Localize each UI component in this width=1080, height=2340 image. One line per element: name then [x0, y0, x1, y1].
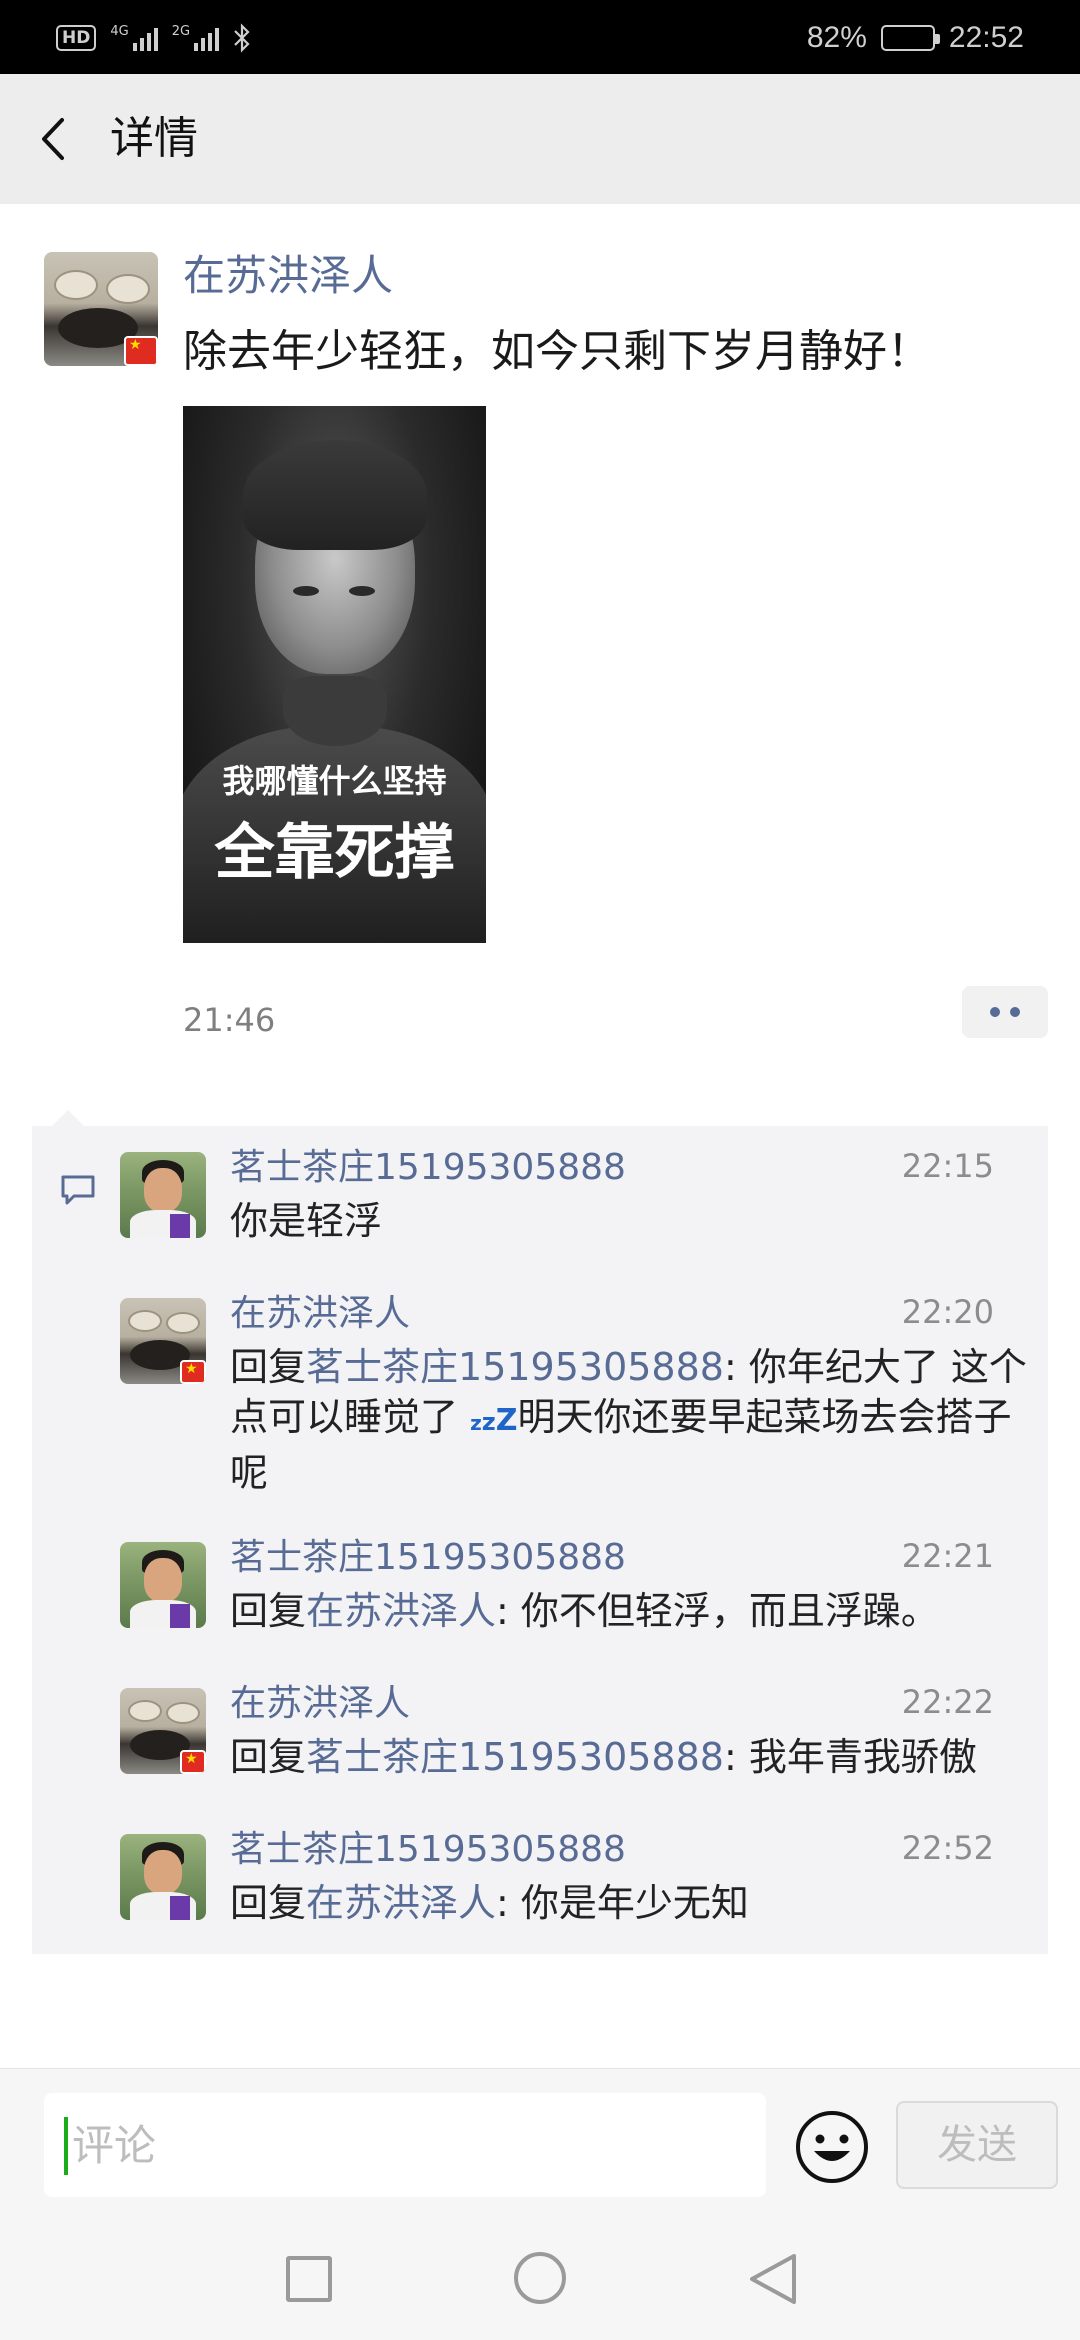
comment-text[interactable]: 回复茗士茶庄15195305888: 我年青我骄傲 — [230, 1732, 1030, 1782]
commenter-name-link[interactable]: 茗士茶庄15195305888 — [230, 1826, 626, 1874]
comment-text[interactable]: 你是轻浮 — [230, 1196, 1030, 1246]
comment-item: 在苏洪泽人 22:22 回复茗士茶庄15195305888: 我年青我骄傲 — [32, 1662, 1048, 1808]
send-button[interactable]: 发送 — [896, 2101, 1058, 2189]
comment-time: 22:21 — [901, 1537, 994, 1575]
comment-text[interactable]: 回复在苏洪泽人: 你是年少无知 — [230, 1878, 1030, 1928]
text-caret — [64, 2117, 68, 2175]
sleep-emoji-icon: zzZ — [470, 1403, 518, 1438]
comment-time: 22:15 — [901, 1147, 994, 1185]
comment-text-part: : 我年青我骄傲 — [723, 1735, 977, 1779]
comment-text-part: : 你不但轻浮，而且浮躁。 — [496, 1589, 939, 1633]
china-flag-icon — [180, 1360, 206, 1384]
bluetooth-icon — [234, 23, 250, 53]
smiley-face-icon[interactable] — [794, 2109, 870, 2185]
comment-input-bar: 评论 发送 — [0, 2068, 1080, 2208]
status-left: HD 4G 2G — [56, 18, 251, 58]
clock: 22:52 — [948, 21, 1024, 54]
comment-text[interactable]: 回复茗士茶庄15195305888: 你年纪大了 这个点可以睡觉了 zzZ明天你… — [230, 1342, 1030, 1498]
commenter-avatar[interactable] — [120, 1834, 206, 1920]
back-icon[interactable] — [744, 2250, 800, 2308]
status-bar: HD 4G 2G 82% 22:52 — [0, 0, 1080, 74]
comment-input-placeholder: 评论 — [72, 2121, 157, 2170]
recent-apps-icon[interactable] — [286, 2256, 332, 2302]
hd-voice-icon: HD — [56, 25, 97, 51]
home-icon[interactable] — [514, 2252, 566, 2304]
china-flag-icon — [124, 336, 158, 366]
commenter-avatar[interactable] — [120, 1688, 206, 1774]
commenter-name-link[interactable]: 茗士茶庄15195305888 — [230, 1534, 626, 1582]
image-caption-top: 我哪懂什么坚持 — [222, 762, 447, 800]
signal-2g-icon: 2G — [171, 24, 220, 51]
signal-4g-icon: 4G — [110, 24, 158, 51]
commenter-name-link[interactable]: 茗士茶庄15195305888 — [230, 1144, 626, 1192]
poster-avatar[interactable] — [44, 252, 158, 366]
comment-time: 22:22 — [901, 1683, 994, 1721]
dot-icon — [1010, 1007, 1020, 1017]
network-type-label-2: 2G — [171, 24, 191, 39]
post-image[interactable]: 我哪懂什么坚持 全靠死撑 — [183, 406, 486, 943]
commenter-name-link[interactable]: 在苏洪泽人 — [230, 1680, 410, 1728]
reply-target-link[interactable]: 茗士茶庄15195305888 — [306, 1735, 724, 1779]
commenter-name-link[interactable]: 在苏洪泽人 — [230, 1290, 410, 1338]
comment-item: 茗士茶庄15195305888 22:15 你是轻浮 — [32, 1126, 1048, 1272]
reply-prefix: 回复 — [230, 1735, 307, 1779]
reply-target-link[interactable]: 在苏洪泽人 — [306, 1881, 496, 1925]
post-text: 除去年少轻狂，如今只剩下岁月静好！ — [183, 326, 931, 377]
commenter-avatar[interactable] — [120, 1542, 206, 1628]
page-title: 详情 — [110, 113, 198, 164]
comment-list: 茗士茶庄15195305888 22:15 你是轻浮 在苏洪泽人 22:20 回… — [32, 1110, 1048, 1954]
battery-percent: 82% — [806, 21, 867, 54]
battery-icon — [880, 25, 940, 51]
poster-name-link[interactable]: 在苏洪泽人 — [183, 248, 393, 304]
image-caption-bottom: 全靠死撑 — [214, 818, 455, 888]
reply-prefix: 回复 — [230, 1345, 307, 1389]
china-flag-icon — [180, 1750, 206, 1774]
comment-time: 22:20 — [901, 1293, 994, 1331]
comment-text[interactable]: 回复在苏洪泽人: 你不但轻浮，而且浮躁。 — [230, 1586, 1030, 1636]
commenter-avatar[interactable] — [120, 1152, 206, 1238]
reply-target-link[interactable]: 茗士茶庄15195305888 — [306, 1345, 724, 1389]
comment-item: 茗士茶庄15195305888 22:21 回复在苏洪泽人: 你不但轻浮，而且浮… — [32, 1516, 1048, 1662]
commenter-avatar[interactable] — [120, 1298, 206, 1384]
comment-text-part: : 你是年少无知 — [496, 1881, 749, 1925]
comment-item: 茗士茶庄15195305888 22:52 回复在苏洪泽人: 你是年少无知 — [32, 1808, 1048, 1954]
status-right: 82% 22:52 — [807, 18, 1024, 58]
comment-time: 22:52 — [901, 1829, 994, 1867]
title-bar: 详情 — [0, 74, 1080, 204]
comment-input[interactable]: 评论 — [44, 2093, 766, 2197]
system-nav-bar — [0, 2208, 1080, 2340]
comment-item: 在苏洪泽人 22:20 回复茗士茶庄15195305888: 你年纪大了 这个点… — [32, 1272, 1048, 1516]
dot-icon — [990, 1007, 1000, 1017]
reply-prefix: 回复 — [230, 1881, 307, 1925]
reply-prefix: 回复 — [230, 1589, 307, 1633]
back-arrow-icon[interactable] — [34, 112, 74, 166]
more-actions-button[interactable] — [962, 986, 1048, 1038]
post-timestamp: 21:46 — [183, 1001, 276, 1039]
network-type-label: 4G — [110, 24, 129, 39]
reply-target-link[interactable]: 在苏洪泽人 — [306, 1589, 496, 1633]
